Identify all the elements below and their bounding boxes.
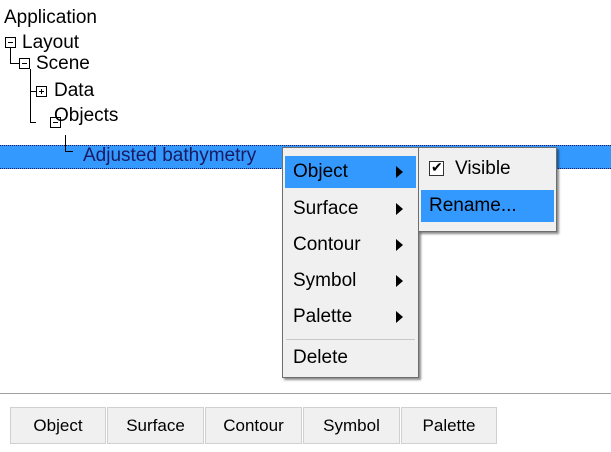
- collapse-icon[interactable]: [19, 58, 30, 69]
- submenu-arrow-icon: [396, 275, 403, 287]
- tree-connector: [30, 122, 36, 123]
- menu-item-label: Delete: [293, 347, 348, 368]
- visible-checkbox[interactable]: ✔: [429, 159, 444, 176]
- menu-item-symbol[interactable]: Symbol: [285, 265, 416, 297]
- menu-item-palette[interactable]: Palette: [285, 301, 416, 333]
- menu-item-label: Palette: [293, 306, 353, 327]
- submenu-arrow-icon: [396, 203, 403, 215]
- tree-node-objects[interactable]: Objects: [54, 105, 118, 127]
- menu-item-label: Visible: [455, 158, 511, 179]
- submenu-arrow-icon: [396, 166, 403, 178]
- tree-connector: [30, 69, 31, 122]
- tree-connector: [10, 48, 11, 63]
- tree-node-layout[interactable]: Layout: [22, 32, 79, 54]
- menu-item-label: Object: [293, 161, 348, 182]
- menu-item-delete[interactable]: Delete: [285, 342, 416, 374]
- menu-item-label: Rename...: [429, 195, 517, 216]
- menu-item-label: Surface: [293, 198, 359, 219]
- menu-separator: [286, 339, 415, 340]
- tree-connector: [10, 63, 19, 64]
- context-menu: Object Surface Contour Symbol Palette De…: [282, 147, 419, 378]
- submenu-arrow-icon: [396, 311, 403, 323]
- tab-object[interactable]: Object: [10, 407, 106, 444]
- menu-item-contour[interactable]: Contour: [285, 229, 416, 261]
- menu-item-surface[interactable]: Surface: [285, 193, 416, 225]
- tab-contour[interactable]: Contour: [205, 407, 302, 444]
- tree-node-data[interactable]: Data: [54, 80, 94, 102]
- tab-palette[interactable]: Palette: [401, 407, 497, 444]
- tree-connector: [65, 151, 73, 152]
- menu-item-label: Contour: [293, 234, 361, 255]
- menu-item-visible[interactable]: ✔ Visible: [421, 153, 554, 185]
- menu-item-object[interactable]: Object: [285, 156, 416, 188]
- menu-item-label: Symbol: [293, 270, 357, 291]
- tree-node-adjusted-bathymetry[interactable]: Adjusted bathymetry: [83, 145, 256, 167]
- tree-connector: [65, 135, 66, 151]
- menu-item-rename[interactable]: Rename...: [421, 190, 554, 222]
- object-submenu: ✔ Visible Rename...: [418, 147, 557, 232]
- submenu-arrow-icon: [396, 239, 403, 251]
- tab-symbol[interactable]: Symbol: [303, 407, 400, 444]
- checkmark-icon: ✔: [431, 159, 443, 175]
- collapse-icon[interactable]: [5, 37, 16, 48]
- tab-surface[interactable]: Surface: [107, 407, 204, 444]
- tree-node-scene[interactable]: Scene: [36, 53, 90, 75]
- expand-icon[interactable]: [36, 86, 47, 97]
- tab-bar: Object Surface Contour Symbol Palette: [0, 393, 611, 452]
- tree-node-application[interactable]: Application: [4, 7, 97, 29]
